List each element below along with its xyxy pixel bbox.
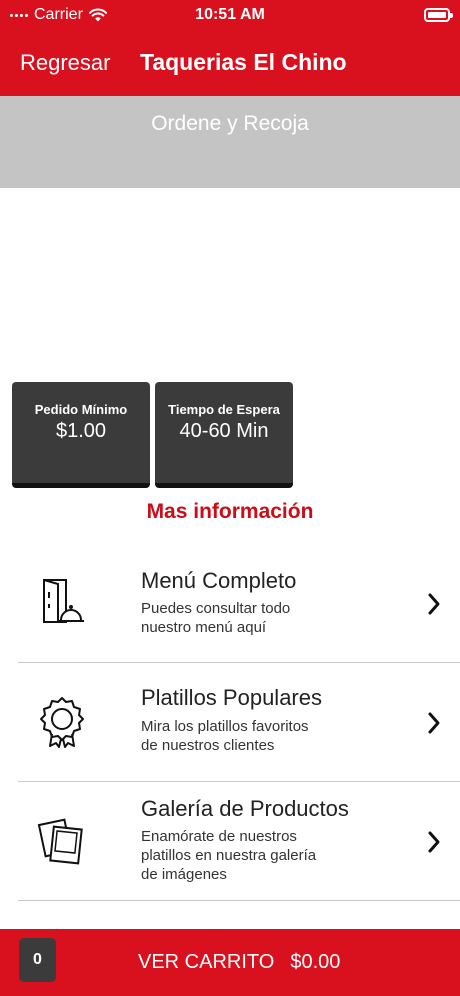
order-type-label: Ordene y Recoja [151,112,309,135]
minimum-order-tile: Pedido Mínimo $1.00 [12,382,150,488]
cart-count-badge: 0 [19,938,56,982]
cart-text: VER CARRITO $0.00 [138,951,340,974]
wait-time-value: 40-60 Min [179,420,269,442]
chevron-right-icon [428,831,440,853]
list-item-full-menu[interactable]: Menú Completo Puedes consultar todo nues… [0,548,460,662]
cart-total: $0.00 [290,951,341,973]
wait-time-label: Tiempo de Espera [168,402,280,417]
list-item-title: Menú Completo [141,568,297,593]
minimum-order-value: $1.00 [55,420,107,442]
list-item-title: Galería de Productos [141,796,349,821]
order-type-banner: Ordene y Recoja [0,96,460,188]
menu-book-icon [43,579,84,623]
list-item-description: Mira los platillos favoritos de nuestros… [141,718,309,754]
more-info-link[interactable]: Mas información [0,500,460,524]
header-bar: Carrier 10:51 AM Regresar Taquerias El C… [0,0,460,96]
list-item-description: Puedes consultar todo nuestro menú aquí [141,600,291,636]
wait-time-tile: Tiempo de Espera 40-60 Min [155,382,293,488]
page-title: Taquerias El Chino [140,49,347,75]
chevron-right-icon [428,593,440,615]
view-cart-label: VER CARRITO [138,951,275,973]
list-item-product-gallery[interactable]: Galería de Productos Enamórate de nuestr… [0,782,460,900]
minimum-order-label: Pedido Mínimo [34,402,128,417]
battery-icon [424,8,453,22]
award-badge-icon [40,697,84,748]
list-item-popular-dishes[interactable]: Platillos Populares Mira los platillos f… [0,663,460,781]
status-bar: Carrier 10:51 AM [0,0,460,32]
photo-gallery-icon [37,818,83,865]
back-button[interactable]: Regresar [20,50,110,76]
list-item-title: Platillos Populares [141,685,322,710]
chevron-right-icon [428,712,440,734]
view-cart-button[interactable]: 0 VER CARRITO $0.00 [0,929,460,996]
status-time: 10:51 AM [195,6,265,23]
list-divider [18,900,460,901]
list-item-description: Enamórate de nuestros platillos en nuest… [141,828,317,883]
